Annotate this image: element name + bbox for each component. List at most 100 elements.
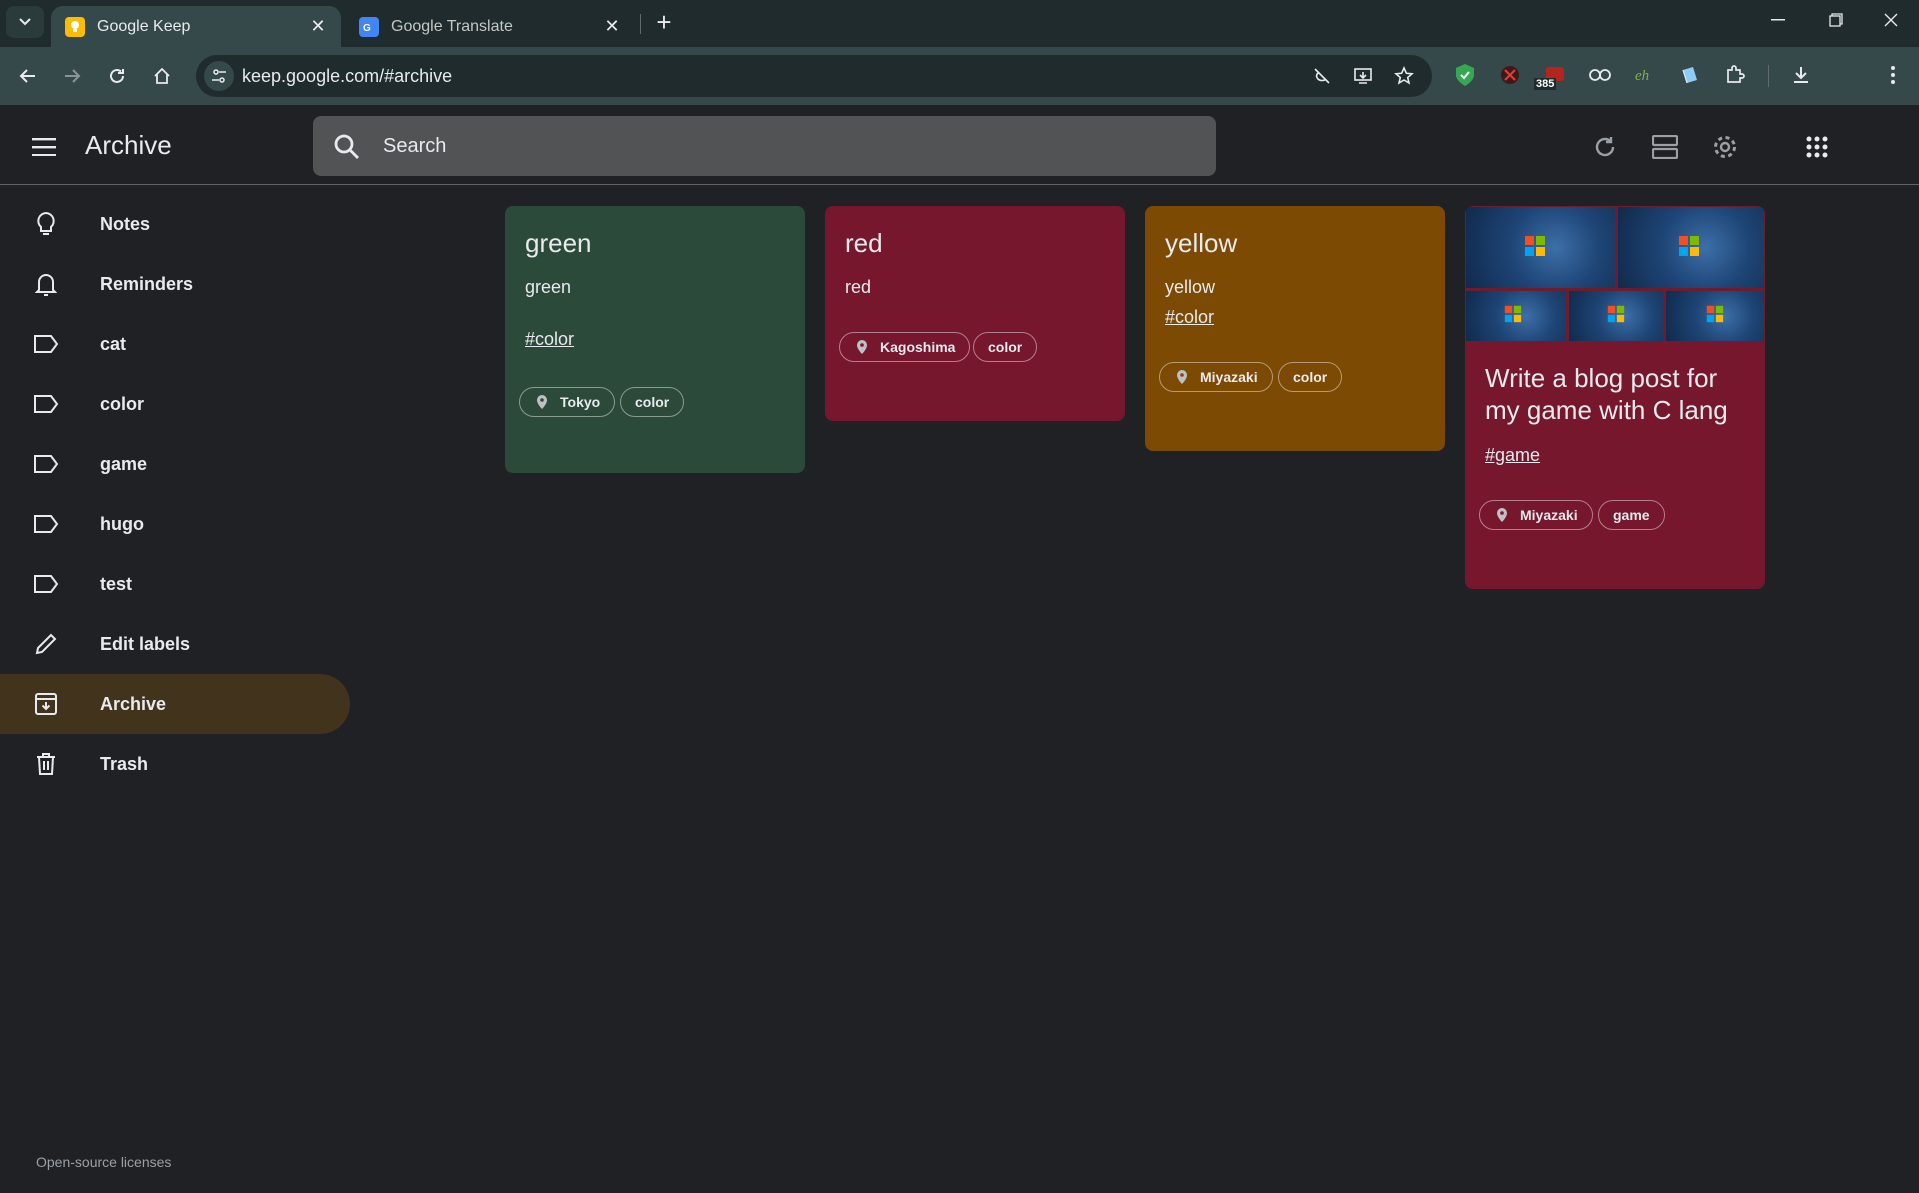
bookmark-star-icon[interactable]: [1392, 64, 1416, 88]
refresh-icon[interactable]: [1583, 125, 1627, 169]
svg-text:G: G: [363, 23, 371, 34]
note-title: yellow: [1165, 228, 1238, 258]
tab-search-button[interactable]: [6, 6, 44, 38]
url-text: keep.google.com/#archive: [242, 66, 453, 86]
location-chip-label: Tokyo: [560, 394, 601, 410]
tab-google-translate[interactable]: G Google Translate ✕: [345, 6, 635, 47]
eh-extension-icon[interactable]: eh: [1630, 60, 1660, 90]
window-close-icon[interactable]: [1862, 0, 1919, 40]
minimize-icon[interactable]: [1749, 0, 1807, 40]
note-hashtag-link[interactable]: #game: [1485, 440, 1540, 470]
location-chip[interactable]: Kagoshima: [839, 332, 971, 362]
location-chip-label: Miyazaki: [1520, 507, 1578, 523]
sidebar-item-label: hugo: [100, 513, 144, 534]
sidebar-item-label: Trash: [100, 753, 149, 774]
close-icon[interactable]: ✕: [603, 16, 621, 36]
sidebar-item-archive[interactable]: Archive: [0, 674, 350, 734]
location-chip-label: Kagoshima: [880, 339, 956, 355]
back-arrow-icon[interactable]: [12, 60, 44, 92]
tab-google-keep[interactable]: Google Keep ✕: [51, 6, 341, 47]
location-pin-icon: [537, 395, 547, 409]
eye-off-icon[interactable]: [1310, 64, 1334, 88]
label-chip[interactable]: color: [1278, 362, 1343, 392]
note-card[interactable]: green green #color Tokyo color: [505, 206, 805, 473]
label-chip[interactable]: game: [1598, 500, 1665, 530]
restore-icon[interactable]: [1807, 0, 1865, 40]
reload-icon[interactable]: [101, 60, 133, 92]
close-icon[interactable]: ✕: [309, 16, 327, 36]
location-chip[interactable]: Miyazaki: [1159, 362, 1273, 392]
location-chip[interactable]: Tokyo: [519, 387, 616, 417]
forward-arrow-icon[interactable]: [56, 60, 88, 92]
keep-favicon-icon: [65, 16, 85, 37]
note-body: green: [525, 277, 572, 297]
sidebar-item-label: Archive: [100, 693, 167, 714]
sidebar-item-label: Reminders: [100, 273, 194, 294]
ublock-extension-icon[interactable]: [1495, 60, 1525, 90]
chevron-down-icon: [19, 18, 31, 26]
note-hashtag-link[interactable]: #color: [1165, 302, 1214, 332]
translate-extension-icon[interactable]: [1675, 60, 1705, 90]
sidebar-item-color[interactable]: color: [0, 374, 350, 434]
sidebar-item-label: Edit labels: [100, 633, 191, 654]
browser-menu-icon[interactable]: [1878, 60, 1908, 90]
note-image[interactable]: [1465, 290, 1567, 342]
note-card[interactable]: Write a blog post for my game with C lan…: [1465, 206, 1765, 589]
install-app-icon[interactable]: [1351, 64, 1375, 88]
new-tab-button[interactable]: +: [650, 7, 678, 37]
bell-icon: [32, 270, 60, 298]
windows-logo-icon: [1525, 236, 1545, 256]
google-apps-icon[interactable]: [1795, 125, 1839, 169]
note-card[interactable]: red red Kagoshima color: [825, 206, 1125, 421]
windows-logo-icon: [1607, 305, 1625, 323]
note-image[interactable]: [1568, 290, 1664, 342]
location-chip[interactable]: Miyazaki: [1479, 500, 1593, 530]
trash-icon: [32, 750, 60, 778]
extension-badge-count: 385: [1534, 78, 1557, 90]
site-info-icon[interactable]: [204, 61, 234, 91]
home-icon[interactable]: [146, 60, 178, 92]
download-icon[interactable]: [1786, 60, 1816, 90]
address-bar[interactable]: keep.google.com/#archive: [196, 55, 1432, 97]
location-chip-label: Miyazaki: [1200, 369, 1258, 385]
list-view-icon[interactable]: [1643, 125, 1687, 169]
sidebar-item-edit-labels[interactable]: Edit labels: [0, 614, 350, 674]
search-icon[interactable]: [333, 133, 361, 161]
note-image[interactable]: [1617, 206, 1765, 289]
sidebar-item-cat[interactable]: cat: [0, 314, 350, 374]
label-chip[interactable]: color: [973, 332, 1038, 362]
note-image[interactable]: [1665, 290, 1765, 342]
label-chip[interactable]: color: [620, 387, 685, 417]
search-input[interactable]: [383, 116, 1183, 176]
main-menu-icon[interactable]: [24, 127, 64, 167]
label-icon: [32, 510, 60, 538]
location-pin-icon: [1177, 370, 1187, 384]
settings-gear-icon[interactable]: [1703, 125, 1747, 169]
note-image-grid[interactable]: [1465, 206, 1765, 342]
extensions-puzzle-icon[interactable]: [1720, 60, 1750, 90]
sidebar-item-label: cat: [100, 333, 127, 354]
note-card[interactable]: yellow yellow #color Miyazaki color: [1145, 206, 1445, 451]
open-source-licenses-link[interactable]: Open-source licenses: [36, 1154, 171, 1170]
shield-extension-icon[interactable]: [1450, 60, 1480, 90]
svg-text:eh: eh: [1635, 68, 1649, 84]
link-extension-icon[interactable]: [1585, 60, 1615, 90]
sidebar-item-trash[interactable]: Trash: [0, 734, 350, 794]
sidebar-item-game[interactable]: game: [0, 434, 350, 494]
note-title: red: [845, 228, 883, 258]
note-hashtag-link[interactable]: #color: [525, 324, 574, 354]
archive-icon: [32, 690, 60, 718]
sidebar-item-test[interactable]: test: [0, 554, 350, 614]
note-image[interactable]: [1465, 206, 1616, 289]
sidebar-item-notes[interactable]: Notes: [0, 194, 350, 254]
translate-favicon-icon: G: [359, 16, 379, 37]
location-pin-icon: [1497, 508, 1507, 522]
toolbar-separator: [1768, 65, 1769, 87]
label-chip-text: color: [1293, 369, 1328, 385]
sidebar-item-reminders[interactable]: Reminders: [0, 254, 350, 314]
search-bar[interactable]: [313, 116, 1216, 176]
tab-separator: [640, 14, 641, 34]
sidebar-item-hugo[interactable]: hugo: [0, 494, 350, 554]
sidebar-item-label: color: [100, 393, 145, 414]
label-icon: [32, 450, 60, 478]
